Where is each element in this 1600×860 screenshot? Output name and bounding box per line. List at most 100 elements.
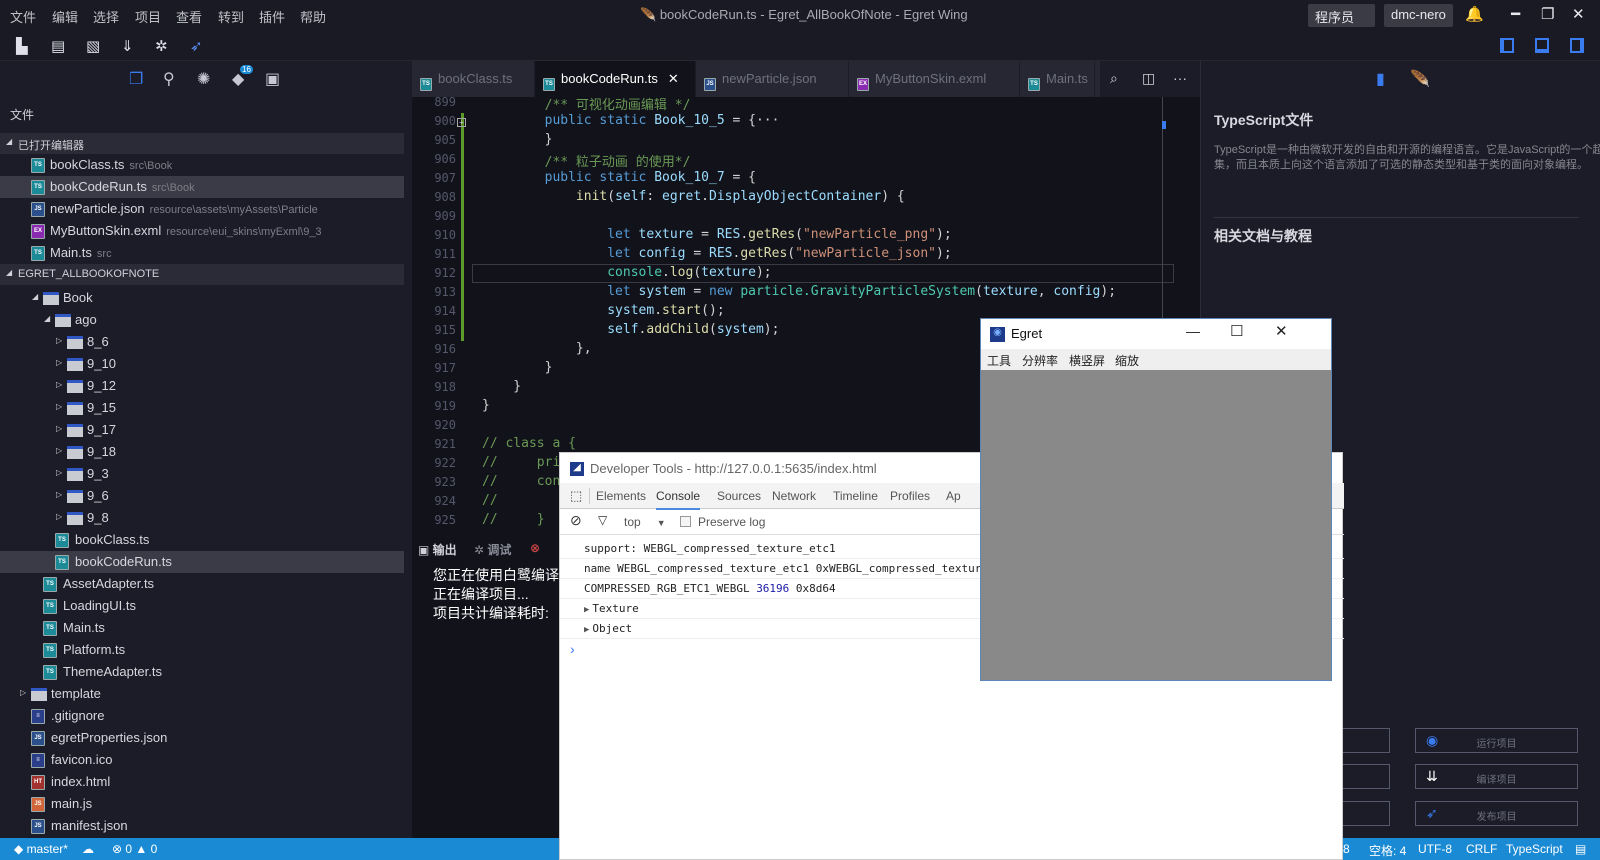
tree-item[interactable]: TS LoadingUI.ts [0, 595, 404, 617]
triangle-right-icon[interactable]: ▷ [56, 358, 62, 367]
close-tab-icon[interactable]: ✕ [668, 71, 679, 86]
minimize-button[interactable]: ━ [1511, 5, 1520, 23]
user-button[interactable]: dmc-nero [1384, 4, 1453, 27]
minimize-button[interactable]: — [1186, 323, 1200, 339]
build-project-button[interactable]: ⇊ 编译项目 [1415, 764, 1578, 789]
menu-0[interactable]: 文件 [10, 7, 36, 26]
fold-expand-icon[interactable]: + [457, 118, 466, 127]
tree-item[interactable]: TS bookClass.ts [0, 529, 404, 551]
code-line[interactable]: self.addChild(system); [482, 322, 779, 337]
tree-item[interactable]: ▷ 9_15 [0, 397, 404, 419]
open-editor-item[interactable]: JS newParticle.json resource\assets\myAsse… [0, 198, 404, 220]
devtools-tab-profiles[interactable]: Profiles [890, 489, 930, 503]
devtools-tab-ap[interactable]: Ap [946, 489, 961, 503]
close-button[interactable]: ✕ [1572, 5, 1585, 23]
triangle-right-icon[interactable]: ▷ [56, 446, 62, 455]
tree-item[interactable]: ▷ 9_17 [0, 419, 404, 441]
save-icon[interactable]: ▤ [51, 37, 65, 55]
project-header[interactable]: ◢ EGRET_ALLBOOKOFNOTE [0, 264, 404, 285]
language-mode[interactable]: TypeScript [1506, 842, 1563, 856]
egret-menu-3[interactable]: 缩放 [1115, 352, 1139, 369]
triangle-right-icon[interactable]: ▷ [56, 336, 62, 345]
expand-triangle-icon[interactable]: ▶ [584, 625, 589, 635]
maximize-button[interactable]: ☐ [1230, 322, 1243, 340]
code-line[interactable]: /** 可视化动画编辑 */ [482, 97, 691, 113]
triangle-down-icon[interactable]: ◢ [32, 292, 38, 301]
menu-6[interactable]: 插件 [259, 7, 285, 26]
triangle-right-icon[interactable]: ▷ [56, 380, 62, 389]
feedback-icon[interactable]: ▤ [1575, 842, 1586, 856]
menu-5[interactable]: 转到 [218, 7, 244, 26]
code-line[interactable]: // [482, 493, 498, 508]
debug-view-icon[interactable]: ▣ [265, 69, 280, 89]
menu-3[interactable]: 项目 [135, 7, 161, 26]
tree-item[interactable]: ▷ 9_8 [0, 507, 404, 529]
console-prompt[interactable]: › [570, 641, 575, 657]
code-line[interactable]: public static Book_10_5 = {··· [482, 113, 780, 128]
code-line[interactable]: // pri [482, 455, 560, 470]
close-button[interactable]: ✕ [1275, 322, 1288, 340]
tree-item[interactable]: TS Platform.ts [0, 639, 404, 661]
new-project-icon[interactable]: ▙ [16, 37, 28, 55]
menu-2[interactable]: 选择 [93, 7, 119, 26]
devtools-tab-timeline[interactable]: Timeline [833, 489, 878, 503]
tree-item[interactable]: ▷ 9_12 [0, 375, 404, 397]
filter-icon[interactable]: ▽ [598, 513, 607, 527]
tree-item[interactable]: ▷ template [0, 683, 404, 705]
tree-item[interactable]: JS manifest.json [0, 815, 404, 837]
devtools-tab-network[interactable]: Network [772, 489, 816, 503]
tab-newparticle-json[interactable]: JS newParticle.json [696, 61, 849, 97]
code-line[interactable]: } [482, 398, 490, 413]
tab-debug[interactable]: ✲ 调试 [474, 541, 511, 558]
search-icon[interactable]: ⚲ [163, 69, 175, 89]
save-all-icon[interactable]: ▧ [86, 37, 100, 55]
error-icon[interactable]: ⊗ [530, 541, 540, 555]
egret-menu-1[interactable]: 分辨率 [1022, 352, 1058, 369]
tree-item[interactable]: JS main.js [0, 793, 404, 815]
open-editor-item[interactable]: TS bookClass.ts src\Book [0, 154, 404, 176]
triangle-right-icon[interactable]: ▷ [56, 490, 62, 499]
tree-item[interactable]: JS egretProperties.json [0, 727, 404, 749]
tree-item[interactable]: ≡ .gitignore [0, 705, 404, 727]
tree-item[interactable]: ▷ 9_3 [0, 463, 404, 485]
open-editors-header[interactable]: ◢ 已打开编辑器 [0, 133, 404, 154]
encoding[interactable]: UTF-8 [1418, 842, 1452, 856]
tree-item[interactable]: TS AssetAdapter.ts [0, 573, 404, 595]
sync-icon[interactable]: ☁ [82, 842, 94, 856]
menu-4[interactable]: 查看 [176, 7, 202, 26]
preserve-log-checkbox[interactable] [680, 516, 691, 527]
code-line[interactable]: } [482, 360, 553, 375]
tab-main-ts[interactable]: TS Main.ts [1020, 61, 1095, 97]
code-line[interactable]: init(self: egret.DisplayObjectContainer)… [482, 189, 905, 204]
triangle-right-icon[interactable]: ▷ [56, 424, 62, 433]
inspect-icon[interactable]: ⬚ [570, 488, 582, 504]
bell-icon[interactable]: 🔔 [1465, 5, 1484, 23]
triangle-right-icon[interactable]: ▷ [56, 468, 62, 477]
open-editor-item[interactable]: TS Main.ts src [0, 242, 404, 264]
code-line[interactable]: } [482, 379, 521, 394]
tree-item[interactable]: ▷ 9_18 [0, 441, 404, 463]
tree-item[interactable]: ◢ Book [0, 287, 404, 309]
tab-bookcoderun-ts[interactable]: TS bookCodeRun.ts ✕ [535, 61, 696, 97]
publish-icon[interactable]: ➶ [190, 37, 203, 55]
git-branch[interactable]: ◆ master* [14, 842, 68, 856]
explorer-icon[interactable]: ❐ [129, 69, 143, 89]
code-line[interactable]: let config = RES.getRes("newParticle_jso… [482, 246, 951, 261]
open-editor-item[interactable]: TS bookCodeRun.ts src\Book [0, 176, 404, 198]
code-line[interactable]: let texture = RES.getRes("newParticle_pn… [482, 227, 951, 242]
menu-1[interactable]: 编辑 [52, 7, 78, 26]
tree-item[interactable]: TS Main.ts [0, 617, 404, 639]
tree-item[interactable]: ◢ ago [0, 309, 404, 331]
code-line[interactable]: public static Book_10_7 = { [482, 170, 756, 185]
expand-triangle-icon[interactable]: ▶ [584, 605, 589, 615]
find-icon[interactable]: ⌕ [1110, 70, 1118, 87]
devtools-tab-elements[interactable]: Elements [596, 489, 646, 503]
code-line[interactable]: } [482, 132, 553, 147]
tab-bookclass-ts[interactable]: TS bookClass.ts [412, 61, 535, 97]
code-line[interactable]: /** 粒子动画 的使用*/ [482, 151, 691, 170]
line-ending[interactable]: CRLF [1466, 842, 1497, 856]
scrollbar-marker[interactable] [1162, 121, 1166, 129]
tab-output[interactable]: ▣ 输出 [418, 541, 457, 558]
restore-button[interactable]: ❐ [1541, 5, 1554, 23]
tree-item[interactable]: TS bookCodeRun.ts [0, 551, 404, 573]
